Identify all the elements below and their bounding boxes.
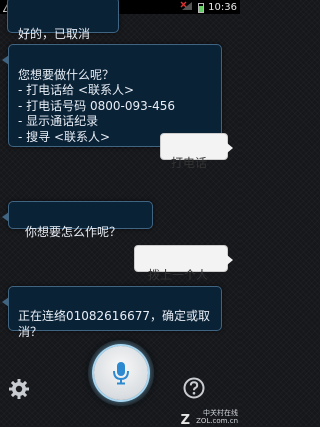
- gear-icon: [9, 379, 29, 399]
- help-button[interactable]: [183, 377, 205, 399]
- message-text: 您想要做什么呢？ - 打电话给 <联系人> - 打电话号码 0800-093-4…: [18, 67, 175, 144]
- settings-button[interactable]: [8, 378, 30, 400]
- system-message: 您想要做什么呢？ - 打电话给 <联系人> - 打电话号码 0800-093-4…: [2, 44, 222, 147]
- message-text: 正在连络01082616677，确定或取消？: [18, 309, 210, 339]
- message-text: 拨上一个人: [148, 268, 209, 282]
- watermark-url: ZOL.com.cn: [196, 417, 238, 425]
- help-icon: [183, 377, 205, 399]
- watermark-brand: 中关村在线: [203, 409, 238, 417]
- system-message: 好的，已取消: [7, 0, 119, 41]
- zol-logo: Z: [180, 413, 190, 427]
- user-message: 拨上一个人: [134, 245, 233, 282]
- clock: 10:36: [208, 2, 237, 13]
- watermark: Z 中关村在线 ZOL.com.cn: [181, 409, 238, 427]
- no-signal-icon: [180, 1, 194, 14]
- message-text: 打电话: [171, 156, 208, 170]
- message-text: 你想要怎么作呢？: [25, 225, 122, 239]
- battery-icon: [198, 2, 205, 13]
- user-message: 打电话: [160, 133, 233, 170]
- microphone-icon: [111, 361, 131, 385]
- message-text: 好的，已取消: [18, 27, 91, 41]
- system-message: 你想要怎么作呢？: [2, 201, 153, 239]
- system-message: 正在连络01082616677，确定或取消？: [2, 286, 222, 339]
